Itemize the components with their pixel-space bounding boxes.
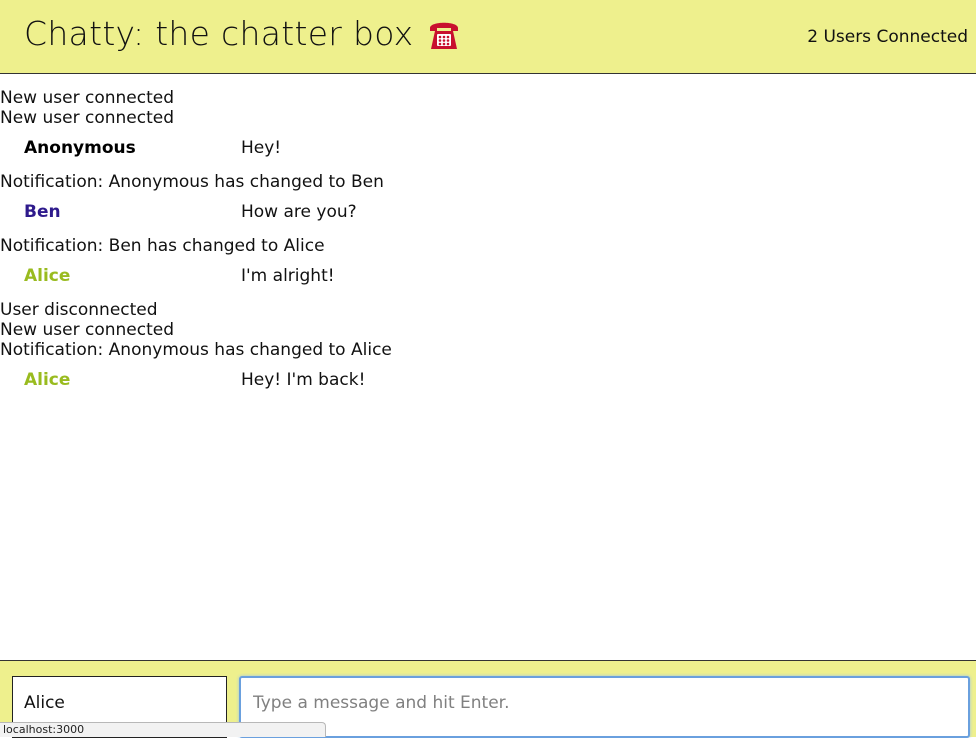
system-notification: New user connected xyxy=(0,88,174,108)
message-list: New user connected New user connected Anon… xyxy=(0,88,976,404)
message-content: I'm alright! xyxy=(241,266,335,286)
message-username: Alice xyxy=(24,370,71,390)
chat-message: Ben How are you? xyxy=(0,202,976,223)
navbar: Chatty: the chatter box 2 Users Connecte… xyxy=(0,0,976,74)
system-notification: New user connected xyxy=(0,108,174,128)
system-notification: New user connected xyxy=(0,320,174,340)
message-content: Hey! I'm back! xyxy=(241,370,366,390)
system-notification: Notification: Ben has changed to Alice xyxy=(0,236,325,256)
message-content: Hey! xyxy=(241,138,282,158)
app-title[interactable]: Chatty: the chatter box xyxy=(24,14,414,53)
system-notification: Notification: Anonymous has changed to B… xyxy=(0,172,384,192)
chat-message: Alice Hey! I'm back! xyxy=(0,370,976,391)
browser-status-url: localhost:3000 xyxy=(0,722,326,737)
user-count: 2 Users Connected xyxy=(807,27,968,47)
message-username: Ben xyxy=(24,202,61,222)
message-username: Anonymous xyxy=(24,138,136,158)
message-username: Alice xyxy=(24,266,71,286)
message-input[interactable] xyxy=(239,676,970,738)
app-brand[interactable]: Chatty: the chatter box xyxy=(24,14,462,53)
telephone-icon xyxy=(426,16,462,52)
chat-message: Anonymous Hey! xyxy=(0,138,976,159)
system-notification: Notification: Anonymous has changed to A… xyxy=(0,340,392,360)
system-notification: User disconnected xyxy=(0,300,158,320)
message-content: How are you? xyxy=(241,202,357,222)
chat-message: Alice I'm alright! xyxy=(0,266,976,287)
